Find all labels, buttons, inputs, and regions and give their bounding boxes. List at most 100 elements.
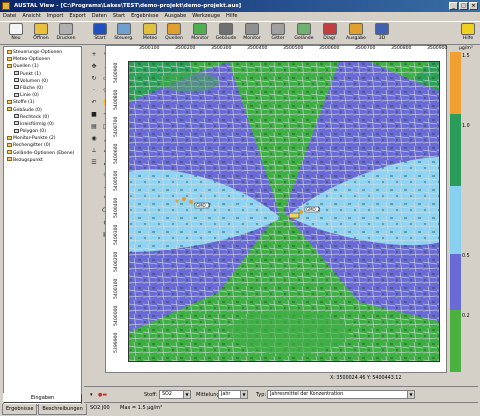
rotate-icon[interactable]: ↻ (89, 74, 99, 84)
concentration-map[interactable]: GMO_1 GMO_2 (128, 61, 440, 362)
toolbar-button-monitor[interactable]: Monitor (238, 23, 266, 45)
tree-item-label: Punkt (1) (20, 71, 41, 77)
toolbar-button-gel-nde[interactable]: Gelände (290, 23, 318, 45)
folder-icon (7, 56, 12, 61)
start-arrow-icon (93, 23, 107, 35)
dot-icon[interactable]: · (89, 86, 99, 96)
add-icon[interactable]: + (89, 50, 99, 60)
tree-item-label: Gelände-Optionen (Ebene) (13, 150, 75, 156)
mittelung-select[interactable]: Jahr ▼ (218, 390, 248, 399)
menu-hilfe[interactable]: Hilfe (226, 12, 237, 21)
tree-item[interactable]: Punkt (1) (5, 71, 80, 78)
maximize-button[interactable]: □ (459, 2, 468, 10)
y-tick-label: 5400700 (114, 116, 119, 137)
toolbar-label: Quellen (165, 36, 183, 41)
toolbar-button-3d[interactable]: 3D (368, 23, 396, 45)
tree-item-label: Quellen (1) (13, 64, 39, 70)
tree-item[interactable]: Monitor-Punkte (2) (5, 135, 80, 142)
tab-results[interactable]: Ergebnisse (2, 404, 38, 415)
toolbar-button-ausgabe[interactable]: Ausgabe (342, 23, 370, 45)
layer-icon[interactable]: ▤ (89, 122, 99, 132)
move-icon[interactable]: ✥ (89, 62, 99, 72)
menu-start[interactable]: Start (113, 12, 125, 21)
stoff-label: Stoff: (144, 392, 158, 398)
tree-item[interactable]: Fläche (0) (5, 85, 80, 92)
layers-icon[interactable]: ☰ (89, 158, 99, 168)
tree-item-label: Steuerungs-Optionen (13, 50, 63, 55)
x-tick-label: 3500500 (283, 46, 304, 51)
y-axis: 5400900 5400800 5400700 5400600 5400500 54004… (114, 61, 128, 362)
menu-ausgabe[interactable]: Ausgabe (165, 12, 187, 21)
x-tick-label: 3500900 (427, 46, 448, 51)
legend-tick-1: 1.5 (462, 54, 470, 59)
tree-item[interactable]: kreisförmig (0) (5, 121, 80, 128)
center-source[interactable] (288, 212, 300, 219)
tree-item[interactable]: Stoffe (1) (5, 99, 80, 106)
toolbar-button-hilfe[interactable]: Hilfe (454, 23, 480, 45)
tree-item[interactable]: Steuerungs-Optionen (5, 49, 80, 56)
toolbar-button-diagr-[interactable]: Diagr. (316, 23, 344, 45)
toolbar-button-quellen[interactable]: Quellen (160, 23, 188, 45)
menu-werkzeuge[interactable]: Werkzeuge (192, 12, 220, 21)
tree-item[interactable]: Gelände-Optionen (Ebene) (5, 150, 80, 157)
menu-datei[interactable]: Datei (3, 12, 16, 21)
toolbar-label: Gebäude (215, 36, 237, 41)
circle-dot-icon[interactable]: ◉ (89, 134, 99, 144)
item-icon (14, 71, 19, 76)
toolbar-button-neu[interactable]: Neu (2, 23, 30, 45)
record-icon[interactable]: ●▬ (98, 392, 107, 398)
x-tick-label: 3500600 (319, 46, 340, 51)
mittelung-value: Jahr (221, 392, 231, 397)
y-tick-label: 5400200 (114, 251, 119, 272)
menu-ergebnisse[interactable]: Ergebnisse (131, 12, 158, 21)
toolbar-button-drucken[interactable]: Drucken (52, 23, 80, 45)
close-button[interactable]: × (469, 2, 478, 10)
menu-daten[interactable]: Daten (92, 12, 107, 21)
tree-item-label: Volumen (0) (20, 78, 48, 84)
toolbar-label: Öffnen (33, 36, 49, 41)
toolbar-button-steuerg-[interactable]: Steuerg. (110, 23, 138, 45)
tree-item-label: Rechteck (0) (20, 114, 50, 120)
tree-item[interactable]: Polygon (0) (5, 128, 80, 135)
tree-item[interactable]: Quellen (1) (5, 63, 80, 70)
minimize-button[interactable]: _ (449, 2, 458, 10)
tab-descriptions[interactable]: Beschreibungen (38, 404, 87, 415)
toolbar-button-monitor[interactable]: Monitor (186, 23, 214, 45)
stoff-select[interactable]: SO2 ▼ (159, 390, 191, 399)
item-icon (14, 78, 19, 83)
tree-item[interactable]: Rechengitter (0) (5, 142, 80, 149)
tree-item-label: Monitor-Punkte (2) (13, 136, 56, 142)
folder-icon (7, 107, 12, 111)
legend-band-4 (450, 254, 461, 310)
y-tick-label: 5400900 (114, 62, 119, 83)
toolbar-label: Neu (11, 36, 21, 41)
title-bar: AUSTAL View - [C:\Programs\Lakes\TEST\de… (0, 0, 480, 12)
menu-export[interactable]: Export (69, 12, 85, 21)
menu-ansicht[interactable]: Ansicht (22, 12, 40, 21)
tree-item[interactable]: Gebäude (0) (5, 107, 80, 114)
undo-icon[interactable]: ↶ (89, 98, 99, 108)
tree-item[interactable]: Linie (0) (5, 92, 80, 99)
menu-import[interactable]: Import (47, 12, 64, 21)
toolbar-button--ffnen[interactable]: Öffnen (27, 23, 55, 45)
square-tool-icon[interactable]: ■ (89, 110, 99, 120)
typ-select[interactable]: Jahresmittel der Konzentration ▼ (267, 390, 415, 399)
toolbar-label: Monitor (191, 36, 209, 41)
x-tick-label: 3500100 (139, 46, 160, 51)
tree-item[interactable]: Meteo-Optionen (5, 56, 80, 63)
toolbar-button-gitter[interactable]: Gitter (264, 23, 292, 45)
ruler-icon[interactable]: ⟂ (89, 146, 99, 156)
folder-icon (7, 150, 12, 155)
building-icon (219, 23, 233, 35)
input-tree-panel: Steuerungs-Optionen Meteo-Optionen Quellen… (3, 46, 82, 406)
inputs-button[interactable]: Eingaben (3, 393, 82, 403)
tree-item[interactable]: Bezugspunkt (5, 157, 80, 164)
tree-item[interactable]: Volumen (0) (5, 78, 80, 85)
toolbar-button-geb-ude[interactable]: Gebäude (212, 23, 240, 45)
first-icon[interactable]: ▾ (90, 392, 93, 398)
x-tick-label: 3500800 (391, 46, 412, 51)
meteo-icon (143, 23, 157, 35)
map-canvas[interactable]: GMO_1 GMO_2 (129, 62, 440, 362)
tree-item[interactable]: Rechteck (0) (5, 114, 80, 121)
item-icon (14, 114, 19, 119)
